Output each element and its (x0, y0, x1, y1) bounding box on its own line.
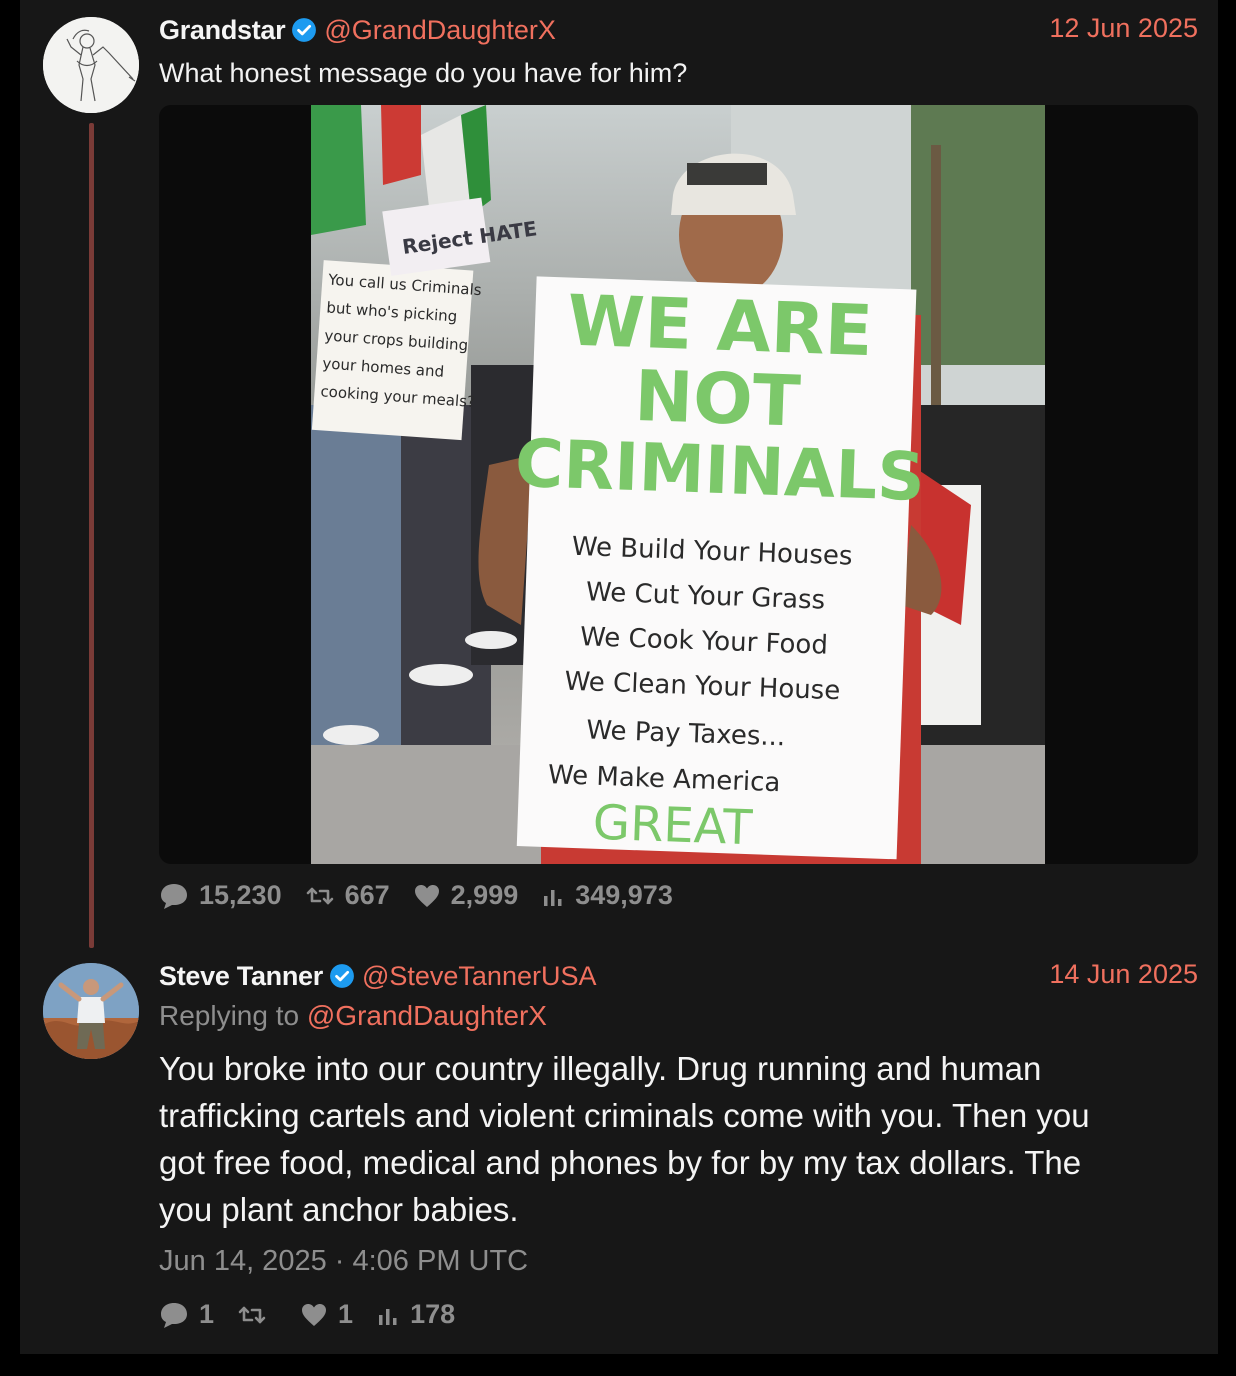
grandstar-avatar[interactable] (43, 17, 139, 113)
tweet1-header: Grandstar @GrandDaughterX (159, 13, 556, 47)
tweet2-like-count: 1 (338, 1299, 354, 1329)
protest-photo: You call us Criminals but who's picking … (311, 105, 1045, 864)
like-icon (414, 884, 439, 907)
tweet2-views-stat[interactable]: 178 (376, 1299, 455, 1330)
reply-icon (161, 883, 187, 909)
tweet1-like-count: 2,999 (450, 880, 519, 910)
tweet2-header: Steve Tanner @SteveTannerUSA (159, 959, 597, 993)
tweet2-like-stat[interactable]: 1 (300, 1299, 353, 1330)
replying-to-line: Replying to @GrandDaughterX (159, 1000, 547, 1032)
replying-to-handle[interactable]: @GrandDaughterX (307, 1000, 547, 1031)
tweet2-retweet-stat[interactable] (237, 1303, 277, 1327)
tweet1-author-name[interactable]: Grandstar (159, 15, 286, 46)
tweet1-text: What honest message do you have for him? (159, 58, 688, 88)
tweet2-reply-stat[interactable]: 1 (159, 1299, 214, 1330)
like-icon (302, 1303, 327, 1326)
retweet-icon (238, 1306, 266, 1323)
tweet2-date[interactable]: 14 Jun 2025 (1049, 959, 1198, 990)
verified-badge-icon (330, 964, 354, 988)
tweet2-text: You broke into our country illegally. Dr… (159, 1050, 1090, 1228)
tweet1-date[interactable]: 12 Jun 2025 (1049, 13, 1198, 44)
tweet1-like-stat[interactable]: 2,999 (413, 880, 519, 911)
tweet1-handle[interactable]: @GrandDaughterX (324, 15, 556, 46)
golfer-sketch-avatar-image (43, 17, 139, 113)
tweet1-views-count: 349,973 (575, 880, 673, 910)
tweet2-views-count: 178 (410, 1299, 456, 1329)
views-icon (544, 889, 562, 906)
tweet1-retweet-count: 667 (344, 880, 390, 910)
retweet-icon (306, 887, 333, 904)
tweet1-retweet-stat[interactable]: 667 (305, 880, 390, 911)
reply-icon (161, 1302, 187, 1328)
tweet2-handle[interactable]: @SteveTannerUSA (362, 961, 597, 992)
tweet1-media[interactable]: You call us Criminals but who's picking … (159, 105, 1198, 864)
sign-line-criminals: CRIMINALS (514, 425, 926, 516)
tweet2-reply-count: 1 (199, 1299, 215, 1329)
thread-connector-line (89, 123, 94, 948)
tweet2-author-name[interactable]: Steve Tanner (159, 961, 323, 992)
tweet2-stats: 1 1 178 (159, 1299, 478, 1330)
tweet1-views-stat[interactable]: 349,973 (541, 880, 673, 911)
replying-to-label: Replying to (159, 1000, 300, 1031)
tweet2-timestamp[interactable]: Jun 14, 2025 · 4:06 PM UTC (159, 1245, 528, 1278)
tweet1-stats: 15,230 667 2,999 349,973 (159, 880, 696, 911)
steve-tanner-avatar-image (43, 963, 139, 1059)
tweet1-reply-count: 15,230 (199, 880, 282, 910)
steve-tanner-avatar[interactable] (43, 963, 139, 1059)
sign-line-great: GREAT (592, 795, 754, 857)
tweet1-reply-stat[interactable]: 15,230 (159, 880, 282, 911)
verified-badge-icon (292, 18, 317, 42)
views-icon (379, 1308, 397, 1325)
